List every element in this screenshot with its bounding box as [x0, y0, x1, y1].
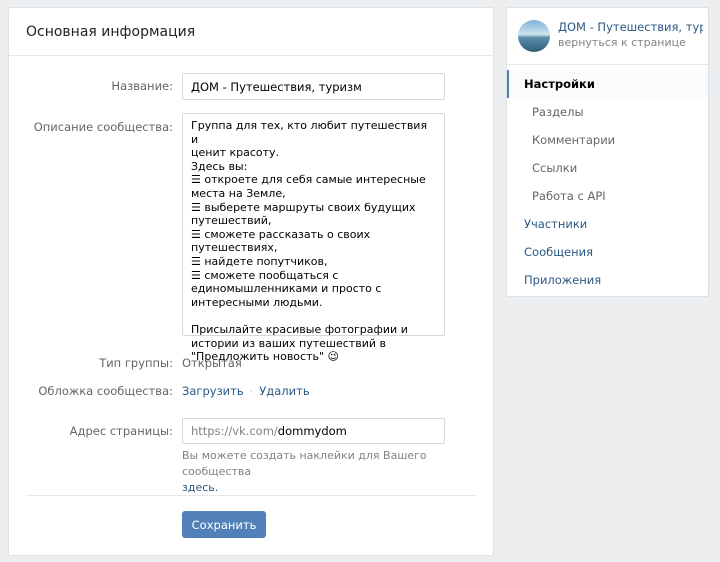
address-prefix: https://vk.com/: [191, 424, 278, 438]
community-description-textarea[interactable]: Группа для тех, кто любит путешествия и …: [182, 113, 445, 363]
back-to-page-link[interactable]: вернуться к странице: [558, 36, 686, 49]
hint-link[interactable]: здесь.: [182, 481, 218, 494]
divider: [26, 495, 476, 496]
menu-item-comments[interactable]: Комментарии: [507, 126, 708, 154]
page-address-input[interactable]: https://vk.com/ dommydom: [182, 418, 445, 444]
stickers-hint: Вы можете создать наклейки для Вашего со…: [182, 448, 482, 496]
main-settings-panel: Основная информация Название: ДОМ - Путе…: [8, 7, 494, 556]
cover-label: Обложка сообщества:: [38, 384, 173, 398]
name-label: Название:: [111, 79, 173, 93]
cover-delete-link[interactable]: Удалить: [259, 384, 309, 398]
hint-text: Вы можете создать наклейки для Вашего со…: [182, 449, 427, 478]
group-type-value[interactable]: Открытая: [182, 356, 242, 370]
address-value: dommydom: [277, 424, 347, 438]
menu-item-links[interactable]: Ссылки: [507, 154, 708, 182]
side-menu-panel: ДОМ - Путешествия, тури... вернуться к с…: [506, 7, 709, 297]
menu-item-sections[interactable]: Разделы: [507, 98, 708, 126]
cover-actions: Загрузить · Удалить: [182, 384, 310, 398]
menu-item-api[interactable]: Работа с API: [507, 182, 708, 210]
save-button[interactable]: Сохранить: [182, 511, 266, 538]
menu-item-members[interactable]: Участники: [507, 210, 708, 238]
cover-separator: ·: [249, 384, 254, 398]
menu-item-apps[interactable]: Приложения: [507, 266, 708, 294]
community-name-input[interactable]: ДОМ - Путешествия, туризм: [182, 73, 445, 100]
description-label: Описание сообщества:: [33, 120, 173, 134]
group-type-label: Тип группы:: [99, 356, 173, 370]
group-header[interactable]: ДОМ - Путешествия, тури... вернуться к с…: [507, 8, 708, 65]
group-name-link[interactable]: ДОМ - Путешествия, тури...: [558, 20, 703, 34]
menu-item-settings[interactable]: Настройки: [507, 70, 708, 98]
group-avatar[interactable]: [518, 20, 550, 52]
cover-upload-link[interactable]: Загрузить: [182, 384, 244, 398]
menu-item-messages[interactable]: Сообщения: [507, 238, 708, 266]
address-label: Адрес страницы:: [69, 424, 173, 438]
panel-title: Основная информация: [9, 8, 493, 56]
